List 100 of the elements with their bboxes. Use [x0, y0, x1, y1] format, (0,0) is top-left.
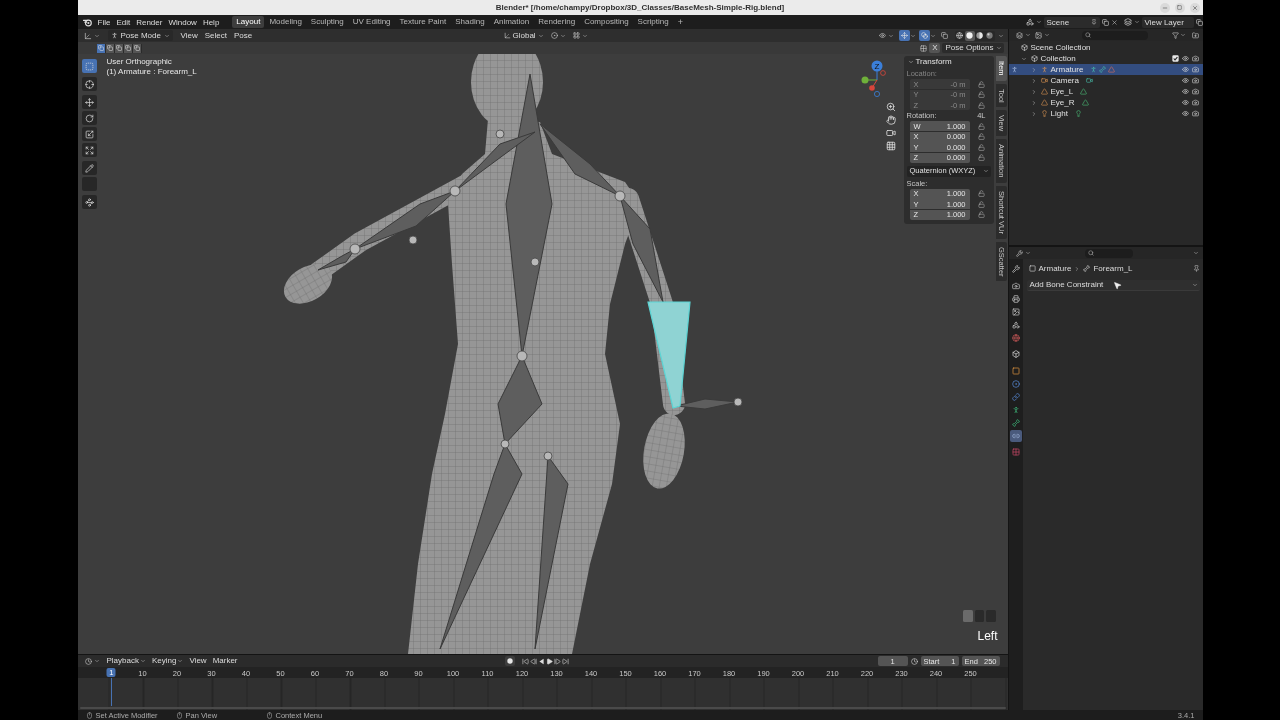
menu-item[interactable]: Keying	[148, 657, 187, 665]
eye-icon[interactable]	[1181, 110, 1189, 117]
panel-header[interactable]: Transform	[903, 56, 994, 68]
add-workspace-button[interactable]: +	[673, 17, 687, 27]
outliner-row[interactable]: Eye_L	[1008, 86, 1203, 97]
copy-icon[interactable]	[1195, 18, 1203, 26]
overlays-toggle[interactable]	[918, 30, 930, 41]
outliner-item-name[interactable]: Camera	[1050, 76, 1079, 85]
eye-icon[interactable]	[1181, 55, 1189, 62]
xray-toggle[interactable]	[938, 30, 950, 41]
folder-plus-icon[interactable]	[1191, 31, 1199, 39]
properties-tab[interactable]	[1009, 429, 1022, 442]
scene-selector[interactable]: Scene	[1043, 16, 1100, 28]
eye-icon[interactable]	[1181, 66, 1189, 73]
editor-type-button[interactable]	[82, 655, 102, 667]
tool-button[interactable]	[81, 59, 97, 73]
unlocked-padlock-icon[interactable]	[977, 101, 985, 109]
workspace-tab[interactable]: Modeling	[265, 16, 306, 28]
shading-button[interactable]	[964, 30, 975, 41]
select-mode-button[interactable]	[123, 43, 133, 53]
step-forward-icon[interactable]	[553, 657, 561, 665]
select-mode-button[interactable]	[105, 43, 115, 53]
step-back-icon[interactable]	[529, 657, 537, 665]
workspace-tab[interactable]: Animation	[489, 16, 534, 28]
reverse-play-icon[interactable]	[537, 657, 545, 665]
caret-icon[interactable]	[1191, 282, 1198, 288]
add-constraint-dropdown[interactable]: Add Bone Constraint	[1026, 280, 1200, 291]
tool-button[interactable]	[81, 127, 97, 141]
display-mode-button[interactable]	[1032, 29, 1052, 41]
outliner-item-name[interactable]: Collection	[1040, 54, 1076, 63]
outliner-item-name[interactable]: Eye_L	[1050, 87, 1074, 96]
editor-type-button[interactable]	[1013, 247, 1033, 259]
pin-icon[interactable]	[1090, 19, 1097, 25]
gizmos-toggle[interactable]	[898, 30, 910, 41]
menu-item[interactable]: Pose	[230, 31, 256, 40]
outliner-item-name[interactable]: Light	[1050, 109, 1068, 118]
shading-button[interactable]	[984, 30, 995, 41]
workspace-tab[interactable]: Compositing	[580, 16, 633, 28]
menu-item[interactable]: Marker	[209, 657, 241, 665]
grid-icon[interactable]	[885, 141, 896, 151]
pose-options-dropdown[interactable]: Pose Options	[942, 43, 1004, 53]
caret-icon[interactable]	[93, 32, 100, 39]
shading-button[interactable]	[974, 30, 985, 41]
camera-icon[interactable]	[1191, 110, 1199, 117]
tool-button[interactable]	[81, 143, 97, 157]
shading-button[interactable]	[954, 30, 965, 41]
menu-item[interactable]: Render	[133, 17, 166, 27]
caret-icon[interactable]	[982, 168, 989, 174]
properties-tab[interactable]	[1009, 318, 1022, 331]
caret-icon[interactable]	[177, 658, 184, 664]
menu-item[interactable]: Help	[199, 17, 223, 27]
workspace-tab[interactable]: Scripting	[633, 16, 673, 28]
chevron-right-icon[interactable]	[1030, 77, 1037, 84]
mode-dropdown[interactable]: Pose Mode	[107, 30, 173, 41]
auto-keying-toggle[interactable]	[504, 656, 515, 666]
navigation-gizmo[interactable]: Z	[859, 60, 894, 98]
menu-item[interactable]: View	[176, 31, 202, 40]
unlocked-padlock-icon[interactable]	[977, 154, 985, 161]
tool-button[interactable]	[81, 195, 97, 209]
workspace-tab[interactable]: Shading	[451, 16, 489, 28]
close-button[interactable]	[1189, 2, 1200, 13]
grid-icon[interactable]	[920, 44, 928, 52]
select-mode-button[interactable]	[132, 43, 142, 53]
properties-tab[interactable]	[1009, 416, 1022, 429]
search-field[interactable]	[1081, 30, 1148, 40]
properties-tab[interactable]	[1009, 331, 1022, 344]
unlocked-padlock-icon[interactable]	[977, 91, 985, 98]
tool-button[interactable]	[81, 95, 97, 109]
pivot-button[interactable]	[548, 30, 568, 41]
workspace-tab[interactable]: Rendering	[534, 16, 580, 28]
camera-icon[interactable]	[885, 128, 896, 138]
select-mode-button[interactable]	[114, 43, 124, 53]
caret-icon[interactable]	[1024, 250, 1031, 256]
layers-icon[interactable]	[1123, 18, 1132, 26]
caret-icon[interactable]	[93, 658, 100, 664]
tool-button[interactable]	[81, 161, 97, 175]
caret-icon[interactable]	[929, 32, 936, 39]
properties-tab[interactable]	[1009, 364, 1022, 377]
unlocked-padlock-icon[interactable]	[977, 80, 985, 88]
unlocked-padlock-icon[interactable]	[977, 211, 985, 218]
camera-icon[interactable]	[1191, 99, 1199, 106]
snap-button[interactable]	[570, 30, 590, 41]
chevron-right-icon[interactable]	[1030, 88, 1037, 95]
caret-icon[interactable]	[909, 32, 916, 39]
unlocked-padlock-icon[interactable]	[977, 133, 985, 140]
caret-icon[interactable]	[559, 32, 566, 39]
view-layer-selector[interactable]: View Layer	[1141, 16, 1194, 28]
select-mode-button[interactable]	[96, 43, 106, 53]
properties-tab[interactable]	[1009, 377, 1022, 390]
skip-back-icon[interactable]	[521, 657, 529, 665]
camera-icon[interactable]	[1191, 55, 1199, 62]
menu-item[interactable]: File	[94, 17, 114, 27]
eye-icon[interactable]	[1181, 88, 1189, 95]
workspace-tab[interactable]: UV Editing	[348, 16, 395, 28]
caret-icon[interactable]	[163, 32, 170, 39]
caret-icon[interactable]	[1192, 250, 1199, 256]
outliner-item-name[interactable]: Scene Collection	[1030, 43, 1091, 52]
unlocked-padlock-icon[interactable]	[977, 143, 985, 151]
menu-item[interactable]: Playback	[103, 657, 149, 665]
workspace-tab[interactable]: Sculpting	[306, 16, 348, 28]
